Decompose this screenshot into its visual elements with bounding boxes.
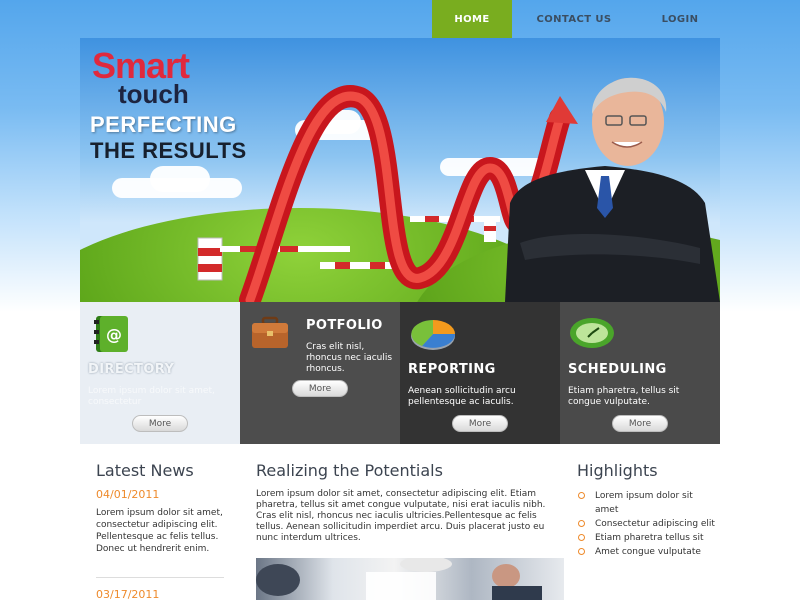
hero-headline-line2: THE RESULTS [90, 138, 247, 163]
highlights-title: Highlights [577, 461, 658, 480]
feature-title: REPORTING [408, 362, 496, 377]
nav-contact-us[interactable]: CONTACT US [512, 0, 636, 38]
hero-headline-line1: PERFECTING [90, 112, 237, 137]
news-date[interactable]: 04/01/2011 [96, 488, 159, 501]
news-divider [96, 577, 224, 578]
feature-scheduling: SCHEDULING Etiam pharetra, tellus sit co… [560, 302, 720, 444]
news-title: Latest News [96, 461, 194, 480]
nav-login[interactable]: LOGIN [636, 0, 724, 38]
clock-icon [570, 318, 614, 348]
more-button[interactable]: More [612, 415, 668, 432]
main-text: Lorem ipsum dolor sit amet, consectetur … [256, 489, 546, 543]
highlight-item[interactable]: Lorem ipsum dolor sit amet [577, 489, 717, 517]
hero-banner: Smart touch PERFECTING THE RESULTS [80, 38, 720, 302]
feature-text: Lorem ipsum dolor sit amet, consectetur [88, 386, 215, 407]
pie-chart-icon [411, 320, 455, 350]
highlight-item[interactable]: Etiam pharetra tellus sit [577, 531, 717, 545]
briefcase-icon [252, 316, 288, 348]
main-title: Realizing the Potentials [256, 461, 443, 480]
highlight-item[interactable]: Consectetur adipiscing elit [577, 517, 717, 531]
more-button[interactable]: More [292, 380, 348, 397]
feature-boxes: @ DIRECTORY Lorem ipsum dolor sit amet, … [80, 302, 720, 444]
bullet-circle-icon [578, 520, 585, 527]
bullet-circle-icon [578, 548, 585, 555]
svg-text:@: @ [106, 325, 122, 344]
team-meeting-photo [256, 558, 564, 600]
feature-title: DIRECTORY [88, 362, 175, 377]
news-date[interactable]: 03/17/2011 [96, 588, 159, 600]
bullet-circle-icon [578, 534, 585, 541]
businessman-photo [505, 77, 720, 302]
bullet-circle-icon [578, 492, 585, 499]
feature-title: POTFOLIO [306, 318, 383, 333]
more-button[interactable]: More [132, 415, 188, 432]
feature-text: Aenean sollicitudin arcu pellentesque ac… [408, 386, 516, 407]
feature-title: SCHEDULING [568, 362, 667, 377]
highlight-text: Amet congue vulputate [595, 547, 701, 557]
team-meeting-image [256, 558, 542, 600]
feature-directory: @ DIRECTORY Lorem ipsum dolor sit amet, … [80, 302, 240, 444]
news-text: Lorem ipsum dolor sit amet, consectetur … [96, 508, 223, 554]
address-book-icon: @ [94, 316, 128, 352]
smart-touch-logo[interactable]: Smart touch [92, 45, 190, 109]
top-nav: HOME CONTACT US LOGIN [432, 0, 724, 38]
logo-text-top: Smart [92, 45, 190, 86]
highlights-list: Lorem ipsum dolor sit amet Consectetur a… [577, 489, 717, 559]
highlight-text: Consectetur adipiscing elit [595, 519, 715, 529]
feature-text: Etiam pharetra, tellus sit congue vulput… [568, 386, 680, 407]
feature-text: Cras elit nisl, rhoncus nec iaculis rhon… [306, 342, 393, 374]
feature-reporting: REPORTING Aenean sollicitudin arcu pelle… [400, 302, 560, 444]
logo-text-bottom: touch [118, 79, 189, 109]
nav-home[interactable]: HOME [432, 0, 512, 38]
more-button[interactable]: More [452, 415, 508, 432]
feature-portfolio: POTFOLIO Cras elit nisl, rhoncus nec iac… [240, 302, 400, 444]
highlight-item[interactable]: Amet congue vulputate [577, 545, 717, 559]
highlight-text: Etiam pharetra tellus sit [595, 533, 704, 543]
highlight-text: Lorem ipsum dolor sit amet [595, 491, 693, 515]
